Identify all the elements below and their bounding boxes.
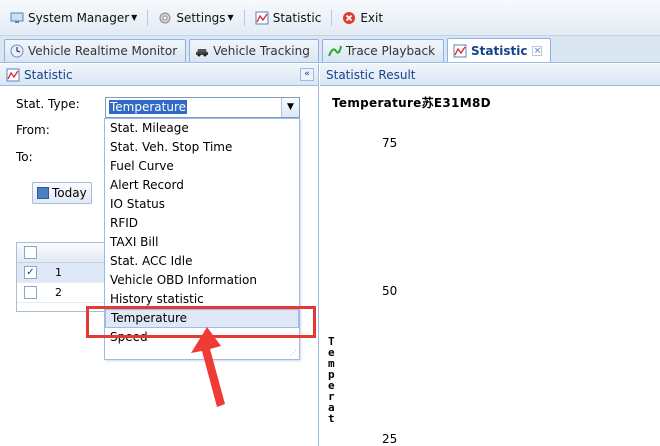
menu-statistic[interactable]: Statistic [251, 6, 326, 30]
dropdown-option[interactable]: RFID [105, 214, 299, 233]
calendar-icon [37, 187, 49, 199]
stat-type-label: Stat. Type: [16, 97, 80, 111]
tab-label: Vehicle Realtime Monitor [28, 44, 178, 58]
menu-system-manager[interactable]: System Manager ▼ [6, 6, 141, 30]
menu-label: Statistic [272, 10, 322, 25]
tab-label: Statistic [471, 43, 528, 58]
chart-icon [6, 68, 20, 82]
menu-exit[interactable]: Exit [338, 6, 387, 30]
vehicle-grid: ✓ 1 2 [16, 242, 106, 312]
chevron-down-icon[interactable]: ▼ [281, 98, 299, 117]
pointer-arrow-icon [191, 327, 225, 407]
dropdown-option[interactable]: IO Status [105, 195, 299, 214]
menu-label: System Manager [28, 10, 130, 25]
dropdown-option[interactable]: Stat. Veh. Stop Time [105, 138, 299, 157]
dropdown-option[interactable]: Vehicle OBD Information [105, 271, 299, 290]
today-button[interactable]: Today [32, 182, 92, 204]
chart-title: Temperature苏E31M8D [332, 96, 491, 110]
panel-title: Statistic [24, 67, 73, 82]
collapse-button[interactable]: « [300, 68, 314, 81]
tab-vehicle-tracking[interactable]: Vehicle Tracking [189, 39, 319, 62]
chart-icon [453, 44, 467, 58]
chart-icon [255, 11, 269, 25]
panel-title: Statistic Result [326, 67, 416, 82]
from-label: From: [16, 123, 50, 137]
select-all-checkbox[interactable] [24, 246, 37, 259]
tab-vehicle-realtime-monitor[interactable]: Vehicle Realtime Monitor [4, 39, 187, 62]
tab-label: Vehicle Tracking [213, 44, 310, 58]
trace-icon [327, 44, 342, 58]
menu-settings[interactable]: Settings ▼ [154, 6, 237, 30]
tab-label: Trace Playback [345, 44, 436, 58]
grid-header [17, 243, 105, 263]
statistic-result-panel: Statistic Result Temperature苏E31M8D 75 5… [320, 64, 660, 446]
row-checkbox[interactable] [24, 286, 37, 299]
table-row[interactable]: ✓ 1 [17, 263, 105, 283]
stat-type-select[interactable]: Temperature ▼ [105, 97, 300, 118]
row-number: 1 [55, 266, 62, 279]
monitor-icon [10, 11, 24, 25]
dropdown-option[interactable]: Fuel Curve [105, 157, 299, 176]
y-tick-label: 50 [382, 284, 398, 298]
dropdown-option[interactable]: Alert Record [105, 176, 299, 195]
menu-label: Exit [360, 10, 384, 25]
y-tick-label: 75 [382, 136, 398, 150]
menu-separator [147, 9, 149, 26]
panel-header: Statistic Result [320, 64, 660, 86]
stat-type-value-wrap: Temperature [106, 98, 281, 117]
y-tick-label: 25 [382, 432, 398, 446]
dropdown-arrow-icon: ▼ [227, 13, 234, 22]
row-number: 2 [55, 286, 62, 299]
tab-bar: Vehicle Realtime Monitor Vehicle Trackin… [0, 36, 660, 63]
to-label: To: [16, 150, 33, 164]
stat-type-value: Temperature [109, 100, 188, 114]
gear-icon [158, 11, 172, 25]
y-axis-label: Temperat [328, 335, 335, 425]
panel-header: Statistic « [0, 64, 318, 86]
row-checkbox[interactable]: ✓ [24, 266, 37, 279]
menu-separator [243, 9, 245, 26]
close-icon[interactable]: × [532, 45, 543, 56]
exit-icon [342, 11, 356, 25]
menu-separator [331, 9, 333, 26]
dropdown-option[interactable]: Stat. ACC Idle [105, 252, 299, 271]
resize-grip-icon[interactable]: ⋰ [290, 349, 297, 357]
clock-icon [10, 44, 24, 58]
menu-bar: System Manager ▼ Settings ▼ Statistic Ex… [0, 0, 660, 36]
dropdown-option[interactable]: Stat. Mileage [105, 119, 299, 138]
tab-trace-playback[interactable]: Trace Playback [321, 39, 445, 62]
table-row[interactable]: 2 [17, 283, 105, 303]
dropdown-arrow-icon: ▼ [131, 13, 138, 22]
menu-label: Settings [176, 10, 226, 25]
dropdown-option[interactable]: TAXI Bill [105, 233, 299, 252]
tab-statistic[interactable]: Statistic × [447, 38, 552, 62]
car-icon [195, 44, 209, 58]
today-label: Today [52, 186, 87, 200]
